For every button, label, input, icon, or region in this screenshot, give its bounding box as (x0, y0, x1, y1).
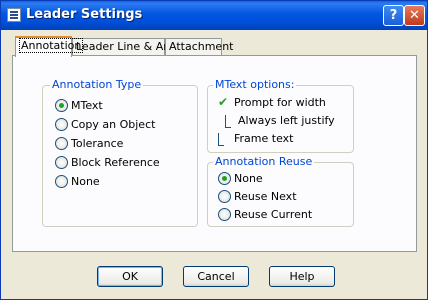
prompt-for-width-label: Prompt for width (234, 96, 326, 109)
tab-attachment-label: Attachment (169, 40, 234, 53)
checkmark-icon: ✔ (218, 95, 229, 109)
tab-annotation[interactable]: Annotation (15, 36, 84, 57)
radio-circle-icon (55, 99, 68, 112)
tab-leader-line-arrow[interactable]: Leader Line & Arrow (72, 38, 188, 55)
mtext-options-group: MText options: ✔ Prompt for width Always… (207, 78, 354, 153)
tab-attachment[interactable]: Attachment (165, 38, 234, 55)
dialog-app-icon (7, 8, 21, 22)
radio-annotation-none-label: None (71, 175, 100, 188)
always-left-justify-label: Always left justify (238, 114, 335, 127)
dialog-title: Leader Settings (26, 7, 143, 22)
checkbox-frame-icon (218, 133, 224, 146)
leader-settings-dialog: Leader Settings ? ✕ Annotation Leader Li… (0, 0, 428, 300)
mtext-options-title: MText options: (213, 78, 297, 91)
annotation-tab-panel: Annotation Type MText Copy an Object Tol… (12, 55, 417, 252)
radio-circle-icon (218, 172, 231, 185)
radio-reuse-next-label: Reuse Next (234, 190, 297, 203)
radio-circle-icon (218, 190, 231, 203)
radio-circle-icon (55, 118, 68, 131)
radio-circle-icon (55, 156, 68, 169)
help-button[interactable]: Help (269, 266, 335, 287)
radio-reuse-current-label: Reuse Current (234, 208, 313, 221)
title-bar[interactable]: Leader Settings ? ✕ (1, 1, 427, 30)
radio-copy-an-object-label: Copy an Object (71, 118, 156, 131)
cancel-button[interactable]: Cancel (183, 266, 249, 287)
radio-circle-icon (218, 208, 231, 221)
annotation-type-group: Annotation Type MText Copy an Object Tol… (42, 78, 198, 227)
help-title-button[interactable]: ? (383, 5, 404, 26)
frame-text-label: Frame text (234, 132, 294, 145)
annotation-reuse-title: Annotation Reuse (213, 155, 315, 168)
radio-mtext-label: MText (71, 99, 103, 112)
radio-circle-icon (55, 137, 68, 150)
checkbox-frame-icon (225, 115, 231, 128)
radio-circle-icon (55, 175, 68, 188)
radio-tolerance-label: Tolerance (71, 137, 124, 150)
radio-block-reference-label: Block Reference (71, 156, 160, 169)
annotation-reuse-group: Annotation Reuse None Reuse Next Reuse C… (207, 155, 354, 227)
tab-annotation-label: Annotation (19, 38, 84, 53)
annotation-type-title: Annotation Type (50, 78, 144, 91)
close-button[interactable]: ✕ (404, 5, 425, 26)
radio-reuse-none-label: None (234, 172, 263, 185)
ok-button[interactable]: OK (97, 266, 163, 287)
